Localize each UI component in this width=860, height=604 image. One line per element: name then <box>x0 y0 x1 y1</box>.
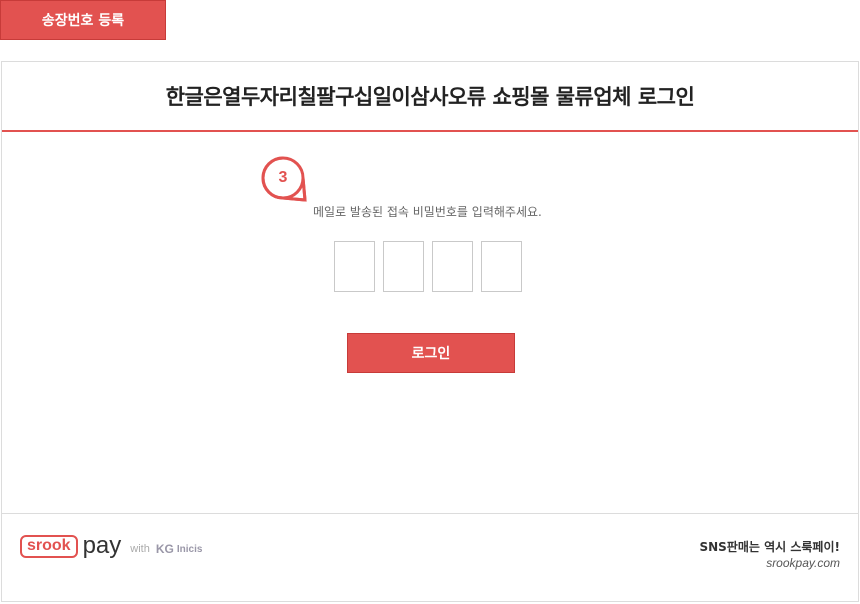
login-button[interactable]: 로그인 <box>347 333 515 373</box>
logo-srook: srook <box>20 534 78 558</box>
logo-kg: KG <box>155 541 174 556</box>
login-panel: 한글은열두자리칠팔구십일이삼사오류 쇼핑몰 물류업체 로그인 3 메일로 발송된… <box>1 61 859 602</box>
footer-slogan: SNS판매는 역시 스룩페이! srookpay.com <box>699 538 840 570</box>
logo-pay: pay <box>82 532 122 559</box>
logo-inicis: Inicis <box>176 543 203 555</box>
step-number: 3 <box>278 169 288 186</box>
logo-with: with <box>130 542 150 555</box>
code-input-3[interactable] <box>432 241 473 292</box>
code-input-group <box>334 241 522 292</box>
code-input-4[interactable] <box>481 241 522 292</box>
register-tracking-number-button[interactable]: 송장번호 등록 <box>0 0 166 40</box>
instruction-text: 메일로 발송된 접속 비밀번호를 입력해주세요. <box>313 205 542 219</box>
srookpay-logo: srook pay with KG Inicis <box>20 534 202 558</box>
code-input-1[interactable] <box>334 241 375 292</box>
slogan-line-2: srookpay.com <box>766 556 840 570</box>
panel-footer: srook pay with KG Inicis SNS판매는 역시 스룩페이!… <box>2 513 858 601</box>
code-input-2[interactable] <box>383 241 424 292</box>
slogan-line-1: SNS판매는 역시 스룩페이! <box>699 540 840 554</box>
step-marker: 3 <box>260 155 308 203</box>
panel-header: 한글은열두자리칠팔구십일이삼사오류 쇼핑몰 물류업체 로그인 <box>2 62 858 132</box>
page-title: 한글은열두자리칠팔구십일이삼사오류 쇼핑몰 물류업체 로그인 <box>165 85 695 109</box>
